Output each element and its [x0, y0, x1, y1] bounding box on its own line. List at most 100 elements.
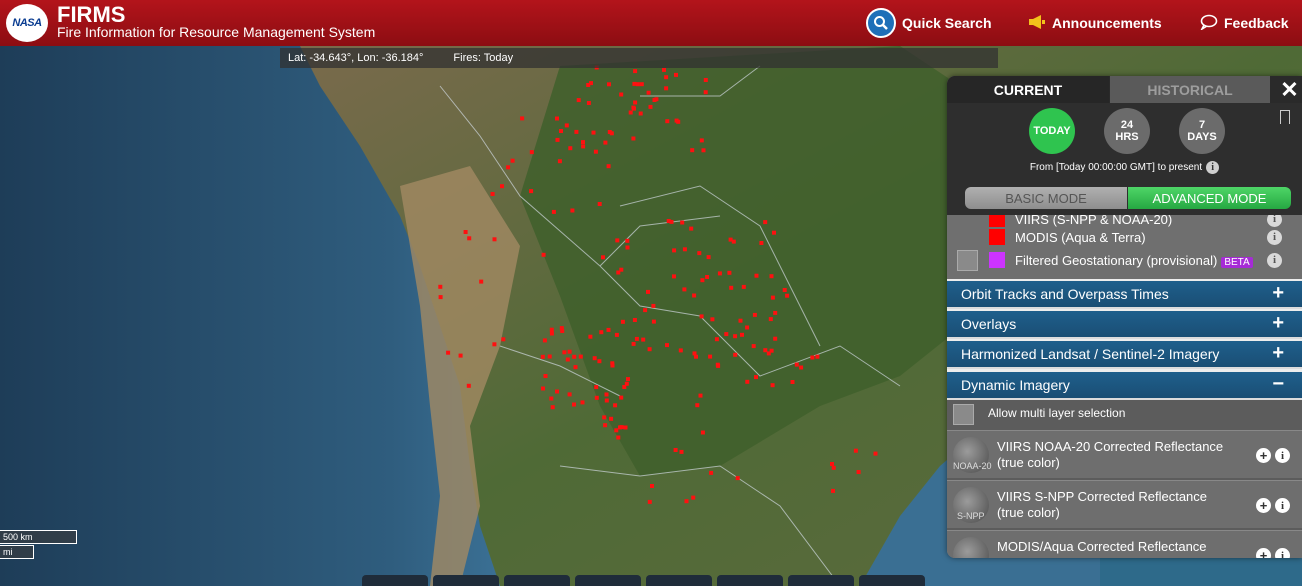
fire-detection-marker[interactable] [567, 392, 572, 397]
fire-detection-marker[interactable] [529, 150, 534, 155]
fire-detection-marker[interactable] [638, 111, 643, 116]
fire-detection-marker[interactable] [616, 435, 621, 440]
fire-detection-marker[interactable] [694, 354, 698, 359]
fire-detection-marker[interactable] [674, 72, 678, 77]
fire-detection-marker[interactable] [541, 252, 546, 257]
fire-detection-marker[interactable] [763, 220, 768, 225]
fire-detection-marker[interactable] [549, 331, 554, 336]
fire-detection-marker[interactable] [597, 202, 602, 206]
fire-detection-marker[interactable] [624, 381, 629, 386]
fire-detection-marker[interactable] [490, 192, 495, 196]
fire-detection-marker[interactable] [633, 100, 638, 105]
fire-detection-marker[interactable] [568, 146, 573, 151]
fire-detection-marker[interactable] [674, 118, 679, 123]
fire-detection-marker[interactable] [690, 148, 695, 153]
fire-detection-marker[interactable] [573, 365, 578, 370]
fire-detection-marker[interactable] [631, 136, 636, 141]
fire-detection-marker[interactable] [740, 332, 744, 337]
fire-detection-marker[interactable] [700, 278, 705, 283]
fire-detection-marker[interactable] [601, 255, 605, 260]
fire-detection-marker[interactable] [520, 116, 525, 121]
fire-detection-marker[interactable] [492, 237, 497, 242]
fire-detection-marker[interactable] [751, 344, 756, 349]
fire-detection-marker[interactable] [733, 352, 738, 357]
fire-detection-marker[interactable] [714, 337, 719, 342]
fire-detection-marker[interactable] [794, 362, 799, 367]
fire-detection-marker[interactable] [679, 449, 684, 454]
fire-detection-marker[interactable] [606, 164, 611, 169]
fire-detection-marker[interactable] [741, 284, 746, 289]
add-layer-icon[interactable]: + [1256, 498, 1271, 513]
fire-detection-marker[interactable] [604, 398, 609, 403]
fire-detection-marker[interactable] [623, 425, 628, 430]
fire-detection-marker[interactable] [438, 284, 443, 289]
fire-detection-marker[interactable] [529, 189, 534, 194]
fire-detection-marker[interactable] [831, 465, 836, 470]
fire-detection-marker[interactable] [578, 354, 583, 359]
toolbar-tab-7[interactable] [788, 575, 854, 586]
tab-historical[interactable]: HISTORICAL [1110, 76, 1270, 103]
fire-detection-marker[interactable] [790, 380, 795, 384]
fire-detection-marker[interactable] [633, 69, 638, 74]
fire-detection-marker[interactable] [613, 403, 618, 408]
fire-detection-marker[interactable] [547, 354, 552, 359]
fire-detection-marker[interactable] [710, 317, 715, 322]
fire-detection-marker[interactable] [467, 236, 472, 241]
fire-detection-marker[interactable] [604, 392, 609, 397]
fire-detection-marker[interactable] [632, 318, 637, 322]
fire-detection-marker[interactable] [588, 334, 593, 339]
fire-detection-marker[interactable] [458, 353, 463, 358]
fire-detection-marker[interactable] [853, 448, 858, 453]
fire-detection-marker[interactable] [745, 379, 750, 384]
fire-detection-marker[interactable] [559, 326, 564, 331]
fire-detection-marker[interactable] [830, 462, 834, 466]
fire-detection-marker[interactable] [799, 365, 804, 370]
fire-detection-marker[interactable] [607, 82, 611, 87]
bookmark-icon[interactable] [1280, 110, 1290, 124]
fire-detection-marker[interactable] [616, 270, 621, 275]
section-dynamic-imagery[interactable]: Dynamic Imagery − [947, 372, 1302, 400]
fire-detection-marker[interactable] [606, 327, 611, 332]
fire-detection-marker[interactable] [603, 423, 608, 428]
fire-detection-marker[interactable] [567, 349, 572, 354]
fire-detection-marker[interactable] [773, 310, 778, 315]
fire-detection-marker[interactable] [463, 230, 468, 234]
layer-checkbox[interactable] [957, 249, 978, 271]
nasa-logo[interactable]: NASA [6, 4, 48, 42]
info-icon[interactable]: i [1267, 215, 1282, 227]
fire-detection-marker[interactable] [626, 377, 630, 382]
tab-current[interactable]: CURRENT [947, 76, 1109, 103]
fire-detection-marker[interactable] [691, 495, 696, 500]
fire-detection-marker[interactable] [628, 110, 633, 115]
fire-detection-marker[interactable] [492, 342, 497, 347]
fire-detection-marker[interactable] [703, 78, 708, 82]
info-icon[interactable]: i [1267, 252, 1282, 268]
quick-search-button[interactable]: Quick Search [866, 0, 992, 46]
fire-detection-marker[interactable] [654, 97, 659, 102]
info-icon[interactable]: i [1206, 161, 1220, 174]
fire-detection-marker[interactable] [589, 81, 593, 86]
fire-detection-marker[interactable] [572, 402, 576, 407]
info-icon[interactable]: i [1267, 229, 1282, 245]
fire-detection-marker[interactable] [564, 123, 569, 128]
fire-detection-marker[interactable] [703, 90, 708, 95]
toolbar-tab-3[interactable] [504, 575, 570, 586]
layer-row-modis[interactable]: MODIS (Aqua & Terra) i [947, 226, 1302, 248]
fire-detection-marker[interactable] [769, 274, 774, 279]
fire-detection-marker[interactable] [815, 354, 820, 359]
fire-detection-marker[interactable] [625, 245, 630, 250]
fire-detection-marker[interactable] [745, 325, 750, 330]
info-icon[interactable]: i [1275, 548, 1290, 558]
fire-detection-marker[interactable] [510, 158, 515, 163]
fire-detection-marker[interactable] [770, 295, 775, 300]
fire-detection-marker[interactable] [754, 273, 759, 278]
fire-detection-marker[interactable] [562, 350, 567, 355]
fire-detection-marker[interactable] [782, 288, 787, 292]
time-24hrs-button[interactable]: 24 HRS [1104, 108, 1150, 154]
fire-detection-marker[interactable] [665, 343, 669, 348]
fire-detection-marker[interactable] [651, 319, 656, 324]
fire-detection-marker[interactable] [572, 354, 577, 359]
feedback-button[interactable]: Feedback [1200, 0, 1289, 46]
fire-detection-marker[interactable] [639, 82, 644, 87]
fire-detection-marker[interactable] [446, 350, 451, 355]
